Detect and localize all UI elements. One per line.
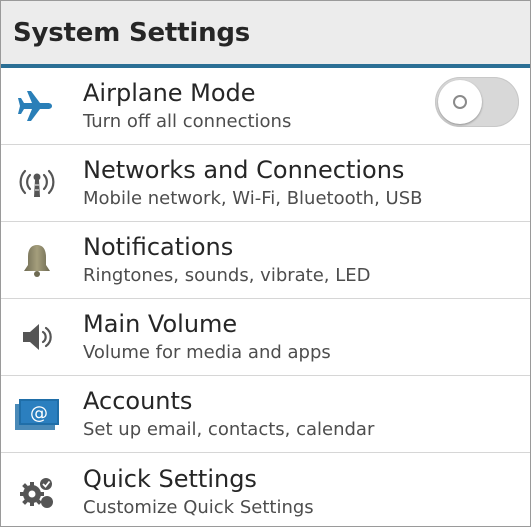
header-bar: System Settings	[1, 1, 530, 68]
airplane-icon	[1, 68, 73, 145]
settings-item-quick-settings[interactable]: Quick Settings Customize Quick Settings	[1, 453, 530, 526]
settings-item-airplane-mode[interactable]: Airplane Mode Turn off all connections	[1, 68, 530, 145]
settings-item-networks[interactable]: Networks and Connections Mobile network,…	[1, 145, 530, 222]
at-sign-icon: @	[1, 376, 73, 453]
settings-item-title: Networks and Connections	[83, 156, 405, 184]
settings-item-subtitle: Turn off all connections	[83, 111, 292, 132]
settings-item-title: Notifications	[83, 233, 234, 261]
settings-item-subtitle: Ringtones, sounds, vibrate, LED	[83, 265, 371, 286]
airplane-mode-toggle[interactable]	[435, 77, 519, 127]
settings-item-title: Main Volume	[83, 310, 238, 338]
settings-item-title: Airplane Mode	[83, 79, 256, 107]
settings-item-subtitle: Set up email, contacts, calendar	[83, 419, 375, 440]
settings-item-title: Accounts	[83, 387, 193, 415]
bell-icon	[1, 222, 73, 299]
settings-screen: System Settings Airplane Mode Turn off a…	[0, 0, 531, 527]
toggle-off-indicator	[453, 95, 467, 109]
settings-item-subtitle: Customize Quick Settings	[83, 496, 314, 518]
speaker-icon	[1, 299, 73, 376]
settings-item-notifications[interactable]: Notifications Ringtones, sounds, vibrate…	[1, 222, 530, 299]
toggle-knob	[438, 80, 482, 124]
settings-item-title: Quick Settings	[83, 464, 257, 493]
settings-item-accounts[interactable]: @ Accounts Set up email, contacts, calen…	[1, 376, 530, 453]
settings-item-subtitle: Volume for media and apps	[83, 342, 331, 363]
settings-item-subtitle: Mobile network, Wi-Fi, Bluetooth, USB	[83, 188, 423, 209]
settings-list: Airplane Mode Turn off all connections N…	[1, 68, 530, 526]
antenna-icon	[1, 145, 73, 222]
gear-check-icon	[1, 453, 73, 526]
page-title: System Settings	[13, 17, 251, 48]
settings-item-main-volume[interactable]: Main Volume Volume for media and apps	[1, 299, 530, 376]
svg-text:@: @	[30, 403, 48, 424]
